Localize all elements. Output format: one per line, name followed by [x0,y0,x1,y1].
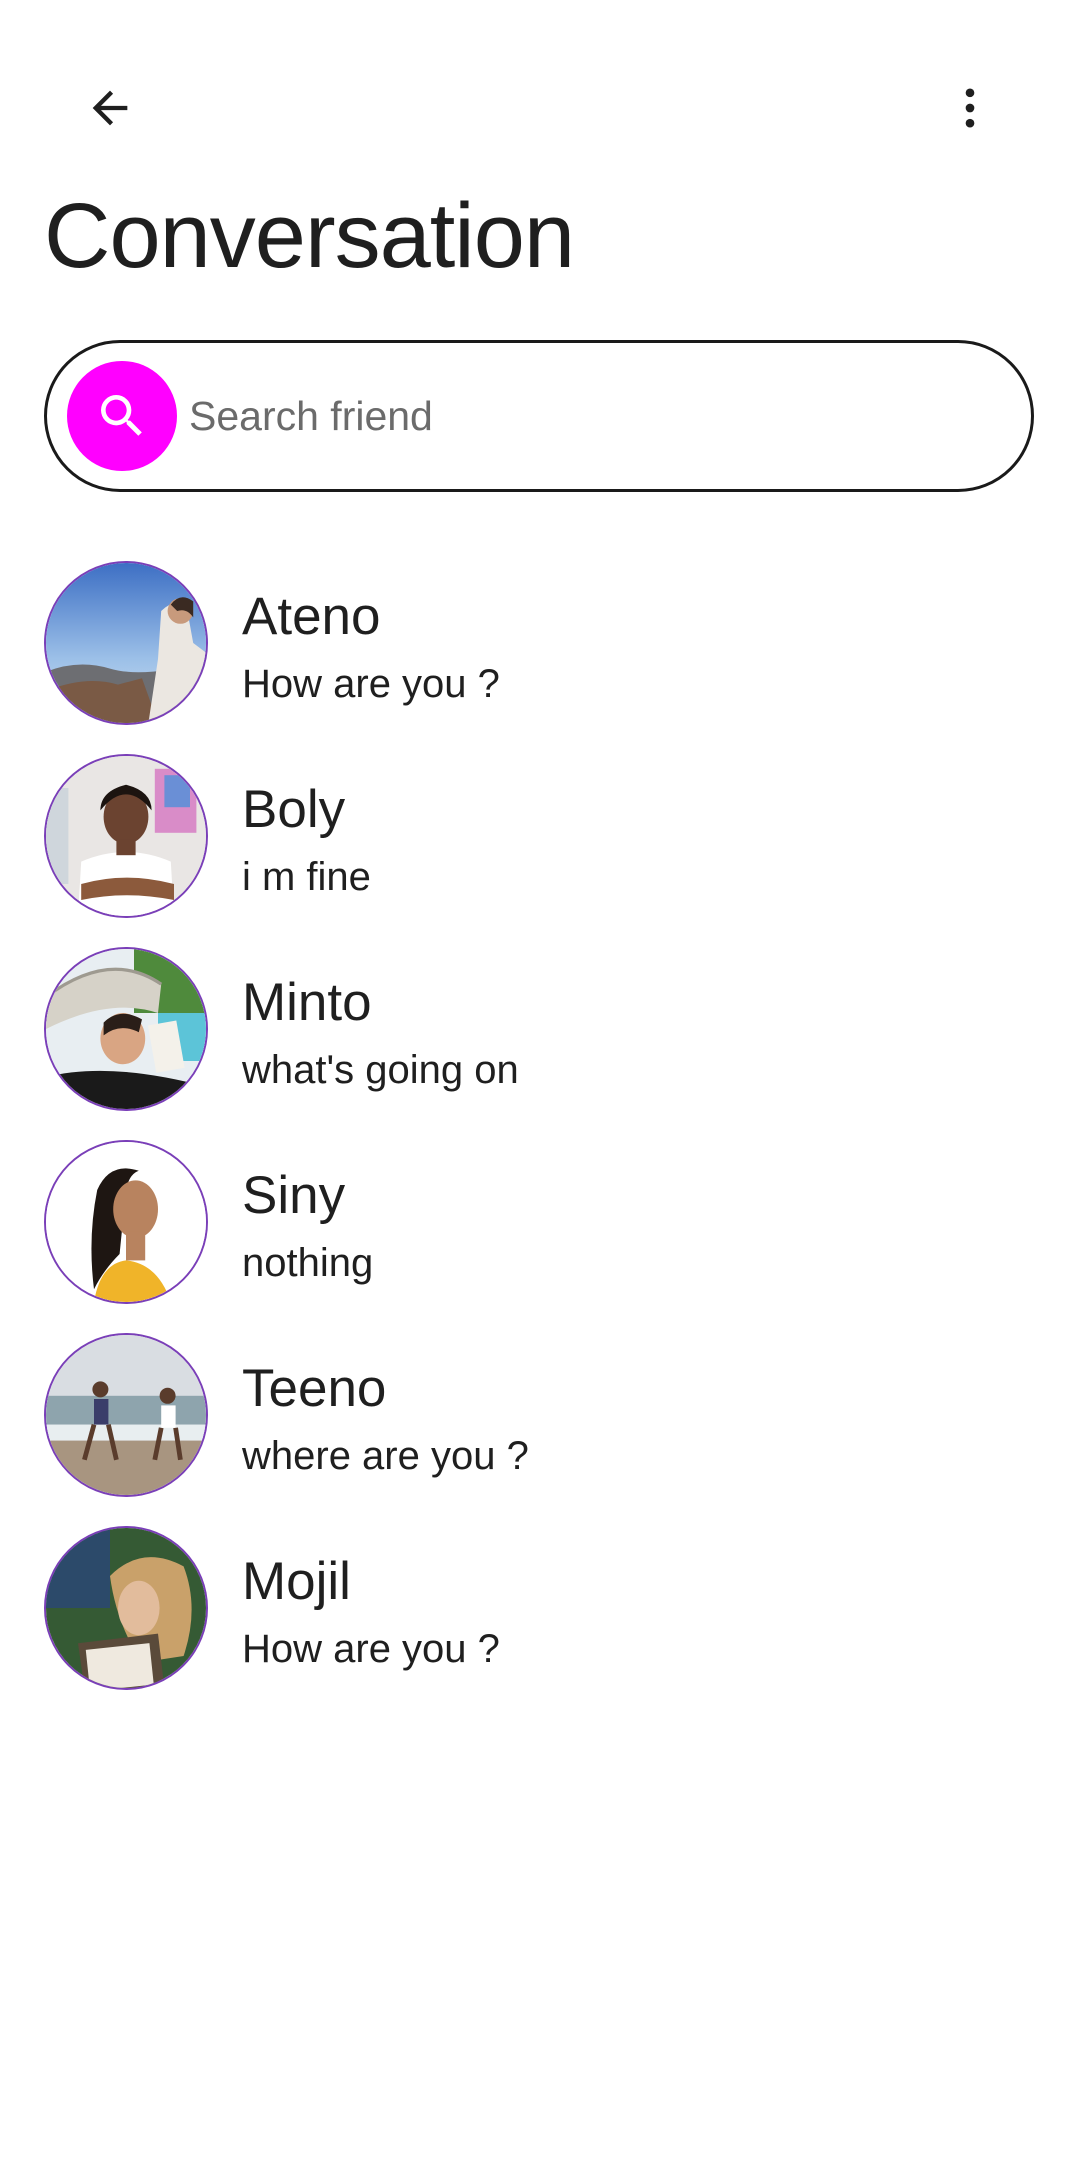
friend-name: Teeno [242,1359,387,1418]
top-app-bar [0,0,1080,200]
search-icon [101,395,142,436]
friend-name: Minto [242,973,372,1032]
back-button[interactable] [70,68,150,148]
conversation-item-boly[interactable]: Boly i m fine [0,751,1080,944]
last-message: i m fine [242,855,371,899]
friend-name: Boly [242,780,346,839]
conversation-item-teeno[interactable]: Teeno where are you ? [0,1330,1080,1523]
conversation-item-minto[interactable]: Minto what's going on [0,944,1080,1137]
last-message: How are you ? [242,662,500,706]
arrow-back-icon [92,90,128,126]
avatar [44,947,208,1111]
last-message: where are you ? [242,1434,529,1478]
conversation-item-siny[interactable]: Siny nothing [0,1137,1080,1330]
last-message: nothing [242,1241,374,1285]
last-message: How are you ? [242,1627,500,1671]
friend-name: Siny [242,1166,346,1225]
avatar [44,754,208,918]
search-button[interactable] [67,361,177,471]
last-message: what's going on [242,1048,519,1092]
search-input[interactable] [187,375,971,457]
more-vert-icon [965,88,975,128]
more-options-button[interactable] [930,68,1010,148]
page-title: Conversation [44,185,575,287]
avatar [44,1333,208,1497]
conversation-item-ateno[interactable]: Ateno How are you ? [0,558,1080,751]
search-bar[interactable] [44,340,1034,492]
conversation-list: Ateno How are you ? Boly i m fine Minto … [0,558,1080,1716]
conversation-item-mojil[interactable]: Mojil How are you ? [0,1523,1080,1716]
avatar [44,1526,208,1690]
friend-name: Mojil [242,1552,351,1611]
friend-name: Ateno [242,587,381,646]
avatar [44,1140,208,1304]
avatar [44,561,208,725]
